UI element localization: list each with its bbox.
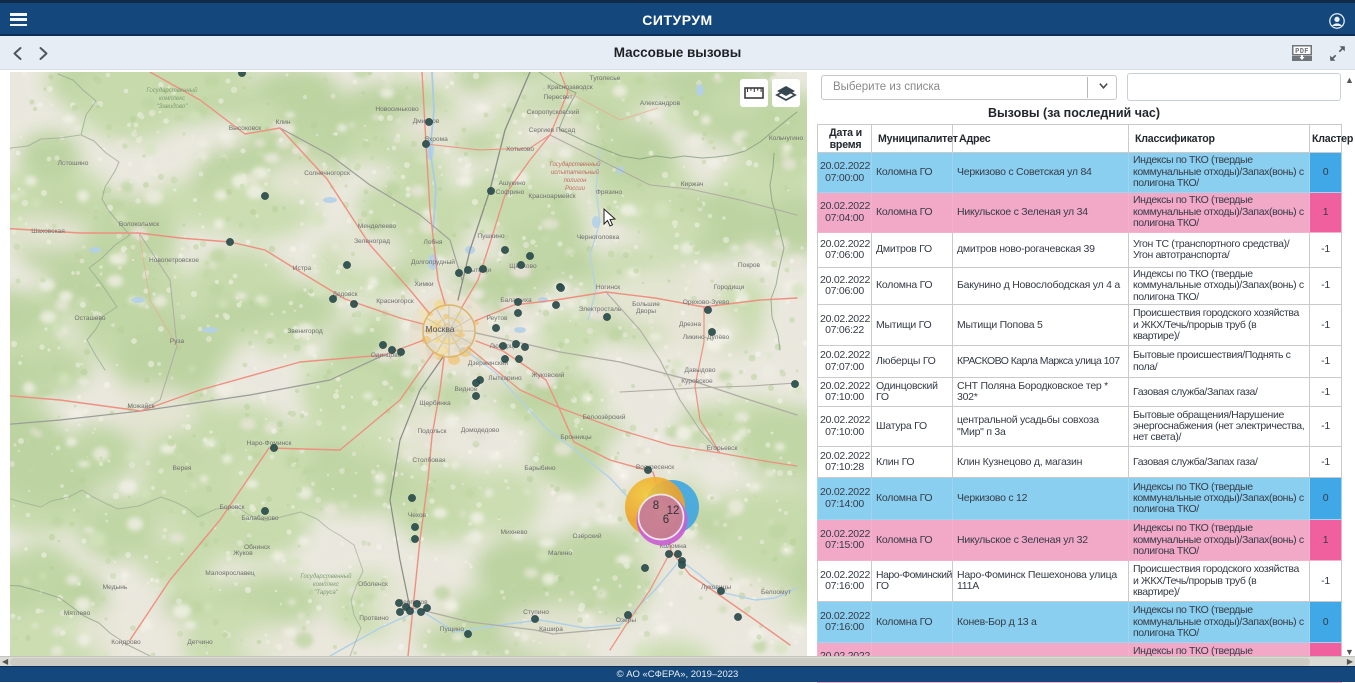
svg-text:Ступино: Ступино <box>523 609 549 616</box>
svg-text:Осташёво: Осташёво <box>74 315 105 322</box>
svg-text:Малоярославец: Малоярославец <box>205 570 255 577</box>
svg-text:6: 6 <box>663 514 669 526</box>
svg-text:Белоозёрский: Белоозёрский <box>583 413 626 421</box>
svg-text:Щербинка: Щербинка <box>419 399 451 407</box>
svg-text:Александров: Александров <box>640 100 681 107</box>
svg-text:"Завидово": "Завидово" <box>157 104 189 110</box>
svg-text:Наро-Фоминск: Наро-Фоминск <box>247 440 292 447</box>
svg-text:Малино: Малино <box>548 550 572 557</box>
svg-text:испытательный: испытательный <box>551 169 600 176</box>
svg-text:России: России <box>565 186 586 192</box>
svg-text:Сергиев Посад: Сергиев Посад <box>529 127 576 134</box>
svg-text:Барыбино: Барыбино <box>524 464 556 472</box>
svg-text:Покров: Покров <box>738 262 761 269</box>
svg-text:Скоропусковский: Скоропусковский <box>527 108 580 116</box>
svg-text:Озёрский: Озёрский <box>572 532 601 540</box>
svg-text:Волоколамск: Волоколамск <box>119 221 159 228</box>
svg-text:Пущино: Пущино <box>440 626 465 633</box>
svg-text:Столбовая: Столбовая <box>412 456 446 464</box>
svg-text:Звенигород: Звенигород <box>287 328 323 335</box>
svg-text:Электросталь: Электросталь <box>579 306 622 313</box>
svg-text:"Таруса": "Таруса" <box>314 590 338 596</box>
svg-text:8: 8 <box>653 500 659 512</box>
svg-text:Жуковский: Жуковский <box>532 371 565 379</box>
svg-text:Орехово-Зуево: Орехово-Зуево <box>683 299 730 306</box>
svg-text:Пушкино: Пушкино <box>477 233 505 240</box>
svg-text:Хотьково: Хотьково <box>506 146 534 153</box>
svg-text:Оболенск: Оболенск <box>358 580 388 588</box>
svg-text:Мятлево: Мятлево <box>64 610 91 617</box>
svg-text:Домодедово: Домодедово <box>461 427 500 434</box>
svg-text:Кондрово: Кондрово <box>111 639 141 646</box>
svg-text:Шаховская: Шаховская <box>31 228 65 235</box>
svg-text:Одинцово: Одинцово <box>371 352 402 359</box>
svg-text:Зеленоград: Зеленоград <box>354 238 390 245</box>
svg-text:Туголесье: Туголесье <box>590 75 621 82</box>
svg-text:Новопетровское: Новопетровское <box>149 257 199 264</box>
svg-text:Белоомут: Белоомут <box>761 589 791 596</box>
svg-text:Боровск: Боровск <box>220 504 245 511</box>
svg-text:Ногинск: Ногинск <box>596 284 620 291</box>
svg-text:Ликино-Дулёво: Ликино-Дулёво <box>683 334 730 341</box>
svg-text:Фрязино: Фрязино <box>596 189 623 196</box>
svg-text:Луховицы: Луховицы <box>701 584 732 591</box>
svg-text:Протвино: Протвино <box>359 615 389 622</box>
svg-text:Медынь: Медынь <box>103 584 128 591</box>
svg-text:Егорьевск: Егорьевск <box>707 445 738 452</box>
svg-text:Жуков: Жуков <box>233 550 253 557</box>
svg-text:Лобня: Лобня <box>424 238 443 246</box>
svg-text:Ашукино: Ашукино <box>499 180 526 187</box>
svg-text:Чехов: Чехов <box>408 512 427 519</box>
svg-text:Красногорск: Красногорск <box>376 298 414 305</box>
svg-text:Менделеево: Менделеево <box>358 223 397 230</box>
svg-text:Можайск: Можайск <box>127 402 154 410</box>
svg-text:Черноголовка: Черноголовка <box>577 234 620 241</box>
svg-text:Лотошино: Лотошино <box>58 160 89 167</box>
svg-text:Государственный: Государственный <box>550 161 602 168</box>
svg-text:Михнево: Михнево <box>501 529 528 536</box>
svg-text:Воскресенск: Воскресенск <box>636 464 674 471</box>
svg-text:Большие: Большие <box>632 301 660 308</box>
svg-text:комплекс: комплекс <box>313 582 339 588</box>
svg-text:Киржач: Киржач <box>681 181 704 188</box>
svg-text:Вербилки: Вербилки <box>447 72 477 73</box>
svg-text:Верея: Верея <box>173 465 192 472</box>
svg-text:Бронницы: Бронницы <box>560 434 591 441</box>
svg-text:Детчино: Детчино <box>187 639 213 646</box>
svg-text:Городищи: Городищи <box>714 284 745 291</box>
svg-text:Обнинск: Обнинск <box>244 543 270 551</box>
svg-text:Солнечногорск: Солнечногорск <box>304 170 350 177</box>
svg-text:Государственный: Государственный <box>147 87 199 94</box>
svg-text:Краснозаводск: Краснозаводск <box>547 84 592 91</box>
svg-text:Клин: Клин <box>275 119 290 126</box>
svg-text:Реутов: Реутов <box>486 315 508 322</box>
svg-text:Кашира: Кашира <box>539 626 563 633</box>
svg-text:Давыдово: Давыдово <box>685 367 716 374</box>
svg-text:Лыткарино: Лыткарино <box>488 375 522 382</box>
svg-text:Химки: Химки <box>414 281 433 288</box>
svg-text:Подольск: Подольск <box>417 428 446 435</box>
svg-text:полигон: полигон <box>564 178 587 184</box>
svg-text:Богородское: Богородское <box>539 72 578 73</box>
svg-text:Государственный: Государственный <box>301 573 353 580</box>
svg-text:Дворы: Дворы <box>636 308 656 315</box>
svg-text:Руза: Руза <box>170 338 185 345</box>
svg-text:Куровское: Куровское <box>681 378 713 385</box>
svg-text:Кольчугино: Кольчугино <box>769 135 804 142</box>
svg-text:Новосиньково: Новосиньково <box>375 106 419 113</box>
svg-text:Высоковск: Высоковск <box>229 125 262 132</box>
svg-text:Пересвет: Пересвет <box>544 94 573 101</box>
svg-text:Видное: Видное <box>455 386 478 393</box>
svg-text:Софрино: Софрино <box>496 189 525 196</box>
svg-text:Истра: Истра <box>293 265 312 272</box>
svg-text:Балабаново: Балабаново <box>241 514 279 522</box>
svg-text:Дрезна: Дрезна <box>679 321 701 328</box>
svg-text:комплекс: комплекс <box>159 96 185 102</box>
svg-text:Москва: Москва <box>425 324 454 334</box>
svg-text:Долгопрудный: Долгопрудный <box>411 258 455 266</box>
svg-text:Красноармейск: Красноармейск <box>528 192 575 200</box>
